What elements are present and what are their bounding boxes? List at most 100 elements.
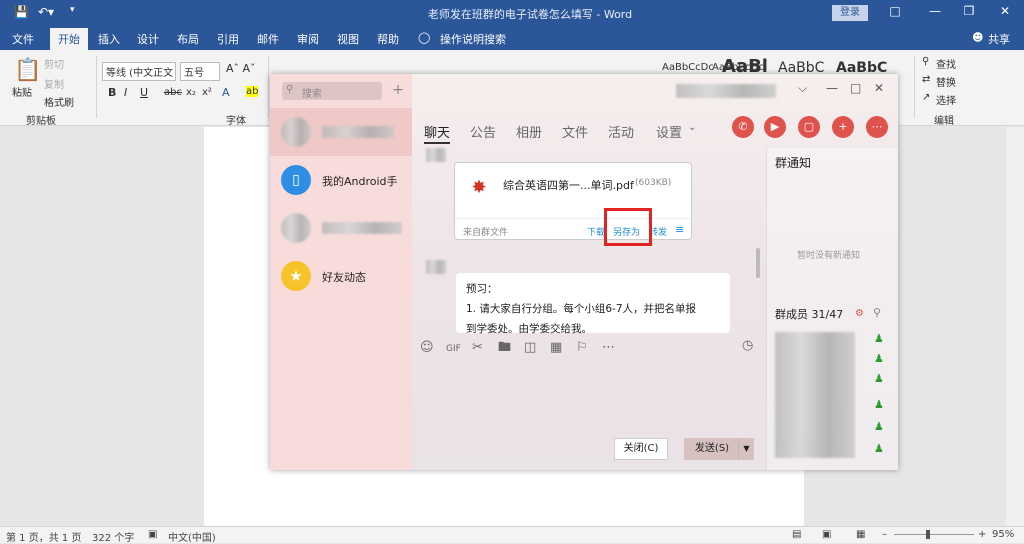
file-name[interactable]: 综合英语四第一...单词.pdf	[503, 177, 634, 193]
paste-icon[interactable]: 📋	[14, 58, 41, 83]
menu-icon[interactable]: ≡	[675, 223, 684, 236]
text-effects-icon[interactable]: A	[222, 86, 230, 99]
tab-insert[interactable]: 插入	[98, 31, 120, 47]
member-settings-icon[interactable]: ⚙	[855, 308, 864, 319]
zoom-out-icon[interactable]: –	[882, 529, 887, 540]
tab-chat[interactable]: 聊天	[424, 122, 450, 141]
find-button[interactable]: 查找	[936, 56, 956, 71]
proofing-icon[interactable]: ▣	[148, 529, 157, 540]
contact-item[interactable]	[270, 108, 412, 156]
chevron-down-icon[interactable]: ⌄	[688, 122, 696, 133]
undo-icon[interactable]: ↶▾	[38, 5, 54, 19]
cut-button[interactable]: 剪切	[44, 56, 64, 71]
minimize-icon[interactable]: —	[920, 4, 950, 18]
screenshot-icon[interactable]: ◫	[524, 340, 550, 355]
share-icon[interactable]: ☻	[972, 31, 983, 44]
format-painter-button[interactable]: 格式刷	[44, 94, 74, 109]
language-status[interactable]: 中文(中国)	[168, 529, 216, 544]
tab-announcement[interactable]: 公告	[470, 122, 496, 141]
tab-references[interactable]: 引用	[217, 31, 239, 47]
find-icon[interactable]: ⚲	[922, 56, 929, 67]
image-icon[interactable]: ▦	[550, 340, 576, 355]
login-button[interactable]: 登录	[832, 5, 868, 21]
superscript-icon[interactable]: x²	[202, 87, 212, 98]
zoom-thumb[interactable]	[926, 530, 930, 539]
grow-font-icon[interactable]: Aˆ Aˇ	[226, 62, 256, 75]
print-layout-icon[interactable]: ▣	[822, 529, 831, 540]
vertical-scrollbar[interactable]	[1006, 127, 1024, 527]
tab-view[interactable]: 视图	[337, 31, 359, 47]
emoji-icon[interactable]: ☺	[420, 340, 446, 355]
font-name-select[interactable]: 等线 (中文正文	[102, 62, 176, 81]
window-menu-icon[interactable]: ⌵	[798, 81, 807, 96]
history-icon[interactable]: ◷	[742, 338, 753, 353]
file-message-card[interactable]: ✸ 综合英语四第一...单词.pdf (603KB) 来自群文件 下载 另存为 …	[454, 162, 692, 240]
zoom-in-icon[interactable]: +	[978, 529, 986, 540]
tab-design[interactable]: 设计	[137, 31, 159, 47]
italic-icon[interactable]: I	[124, 86, 127, 99]
send-button[interactable]: 发送(S)	[684, 438, 740, 460]
highlight-icon[interactable]: ab	[246, 86, 259, 97]
replace-button[interactable]: 替换	[936, 74, 956, 89]
font-size-select[interactable]: 五号	[180, 62, 220, 81]
tab-layout[interactable]: 布局	[177, 31, 199, 47]
replace-icon[interactable]: ⇄	[922, 74, 930, 85]
zoom-level[interactable]: 95%	[992, 529, 1014, 540]
send-options-chevron-icon[interactable]: ▼	[738, 438, 754, 460]
restore-icon[interactable]: ❐	[954, 4, 984, 18]
add-member-icon[interactable]: +	[832, 116, 854, 138]
add-button[interactable]: +	[389, 82, 407, 100]
bell-icon[interactable]: ⚐	[576, 340, 602, 355]
tab-mailings[interactable]: 邮件	[257, 31, 279, 47]
tab-files[interactable]: 文件	[562, 122, 588, 141]
select-icon[interactable]: ↗	[922, 92, 930, 103]
share-button[interactable]: 共享	[988, 31, 1010, 47]
tab-activity[interactable]: 活动	[608, 122, 634, 141]
more-options-icon[interactable]: ⋯	[602, 340, 628, 355]
chat-scrollbar[interactable]	[756, 248, 760, 278]
web-layout-icon[interactable]: ▦	[856, 529, 865, 540]
word-count[interactable]: 322 个字	[92, 529, 134, 544]
search-input[interactable]: 搜索	[282, 82, 382, 100]
gif-icon[interactable]: GIF	[446, 344, 472, 354]
phone-call-icon[interactable]: ✆	[732, 116, 754, 138]
page-count[interactable]: 第 1 页，共 1 页	[6, 529, 81, 544]
tab-review[interactable]: 审阅	[297, 31, 319, 47]
zoom-slider[interactable]	[894, 534, 974, 535]
underline-icon[interactable]: U	[140, 86, 148, 99]
member-search-icon[interactable]: ⚲	[873, 306, 881, 319]
scissors-icon[interactable]: ✂	[472, 340, 498, 355]
tab-file[interactable]: 文件	[12, 31, 34, 47]
tab-home[interactable]: 开始	[50, 28, 88, 50]
tell-me-search[interactable]: 操作说明搜索	[440, 31, 506, 47]
close-chat-button[interactable]: 关闭(C)	[614, 438, 668, 460]
save-icon[interactable]: 💾	[14, 5, 29, 19]
copy-button[interactable]: 复制	[44, 76, 64, 91]
tab-settings[interactable]: 设置	[656, 122, 682, 141]
download-link[interactable]: 下载	[587, 225, 605, 238]
contact-item[interactable]: ★ 好友动态	[270, 252, 412, 300]
text-message[interactable]: 预习： 1. 请大家自行分组。每个小组6-7人，并把名单报 到学委处。由学委交给…	[456, 273, 730, 335]
close-icon[interactable]: ✕	[990, 4, 1020, 18]
maximize-icon[interactable]: □	[850, 81, 861, 95]
video-call-icon[interactable]: ▶	[764, 116, 786, 138]
close-icon[interactable]: ✕	[874, 81, 884, 95]
style-normal[interactable]: AaBbCcDc	[662, 62, 714, 73]
minimize-icon[interactable]: —	[826, 81, 838, 95]
contact-item[interactable]: ▯ 我的Android手	[270, 156, 412, 204]
lightbulb-icon: ◯	[418, 31, 431, 44]
strikethrough-icon[interactable]: abc	[164, 87, 182, 98]
customize-qat-icon[interactable]: ▾	[70, 5, 75, 15]
paste-button[interactable]: 粘贴	[12, 84, 32, 99]
bold-icon[interactable]: B	[108, 86, 116, 99]
contact-item[interactable]	[270, 204, 412, 252]
screen-share-icon[interactable]: ▢	[798, 116, 820, 138]
read-mode-icon[interactable]: ▤	[792, 529, 801, 540]
subscript-icon[interactable]: x₂	[186, 87, 196, 98]
folder-icon[interactable]: 🖿	[498, 338, 524, 360]
tab-album[interactable]: 相册	[516, 122, 542, 141]
tab-help[interactable]: 帮助	[377, 31, 399, 47]
more-icon[interactable]: ⋯	[866, 116, 888, 138]
select-button[interactable]: 选择	[936, 92, 956, 107]
ribbon-display-icon[interactable]: □	[880, 4, 910, 18]
